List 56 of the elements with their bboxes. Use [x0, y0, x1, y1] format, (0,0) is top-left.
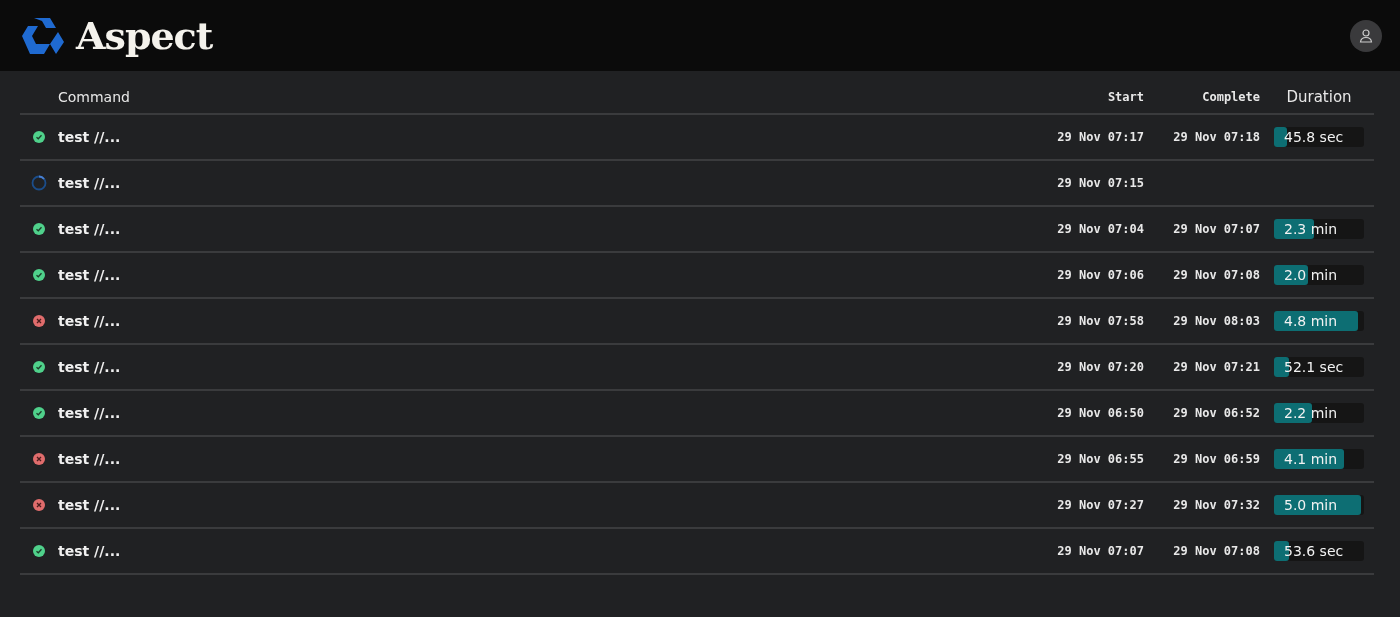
column-header: Command	[58, 89, 131, 105]
duration-text: 2.2 min	[1283, 405, 1338, 421]
complete-time: 29 Nov 06:59	[1173, 452, 1260, 466]
command-text[interactable]: test //...	[58, 451, 1028, 467]
complete-time: 29 Nov 07:07	[1173, 222, 1260, 236]
success-check-icon	[33, 545, 45, 557]
spinner-icon	[31, 175, 47, 191]
start-time: 29 Nov 07:04	[1056, 222, 1144, 236]
failure-cross-icon	[33, 315, 45, 327]
command-text[interactable]: test //...	[58, 497, 1028, 513]
command-text[interactable]: test //...	[58, 313, 1028, 329]
command-text[interactable]: test //...	[58, 543, 1028, 559]
complete-time: 29 Nov 07:08	[1173, 544, 1260, 558]
command-text[interactable]: test //...	[58, 359, 1028, 375]
start-time: 29 Nov 07:15	[1056, 176, 1144, 190]
column-header: Start	[1106, 90, 1144, 104]
duration-text: 4.8 min	[1283, 313, 1338, 329]
command-text[interactable]: test //...	[58, 175, 1028, 191]
success-check-icon	[33, 361, 45, 373]
start-time: 29 Nov 07:27	[1056, 498, 1144, 512]
success-check-icon	[33, 223, 45, 235]
duration-text: 5.0 min	[1283, 497, 1338, 513]
command-text[interactable]: test //...	[58, 267, 1028, 283]
person-icon	[1358, 27, 1374, 44]
complete-time: 29 Nov 08:03	[1173, 314, 1260, 328]
start-time: 29 Nov 06:55	[1056, 452, 1144, 466]
complete-time: 29 Nov 07:32	[1173, 498, 1260, 512]
duration-text: 2.3 min	[1283, 221, 1338, 237]
complete-time: 29 Nov 07:21	[1173, 360, 1260, 374]
failure-cross-icon	[33, 499, 45, 511]
start-time: 29 Nov 06:50	[1056, 406, 1144, 420]
user-avatar-button[interactable]	[1350, 19, 1382, 52]
duration-text: 53.6 sec	[1283, 543, 1344, 559]
failure-cross-icon	[33, 453, 45, 465]
duration-text: 52.1 sec	[1283, 359, 1344, 375]
command-text[interactable]: test //...	[58, 129, 1028, 145]
complete-time: 29 Nov 06:52	[1173, 406, 1260, 420]
column-header: Complete	[1201, 90, 1260, 104]
complete-time: 29 Nov 07:08	[1173, 268, 1260, 282]
start-time: 29 Nov 07:20	[1056, 360, 1144, 374]
start-time: 29 Nov 07:06	[1056, 268, 1144, 282]
start-time: 29 Nov 07:07	[1056, 544, 1144, 558]
start-time: 29 Nov 07:58	[1056, 314, 1144, 328]
column-header: Duration	[1285, 88, 1353, 106]
complete-time: 29 Nov 07:18	[1173, 130, 1260, 144]
duration-text: 2.0 min	[1283, 267, 1338, 283]
success-check-icon	[33, 269, 45, 281]
success-check-icon	[33, 131, 45, 143]
duration-text: 45.8 sec	[1283, 129, 1344, 145]
brand-name: Aspect	[76, 13, 213, 58]
success-check-icon	[33, 407, 45, 419]
duration-text: 4.1 min	[1283, 451, 1338, 467]
start-time: 29 Nov 07:17	[1056, 130, 1144, 144]
logo-icon	[20, 15, 64, 56]
command-text[interactable]: test //...	[58, 405, 1028, 421]
command-text[interactable]: test //...	[58, 221, 1028, 237]
